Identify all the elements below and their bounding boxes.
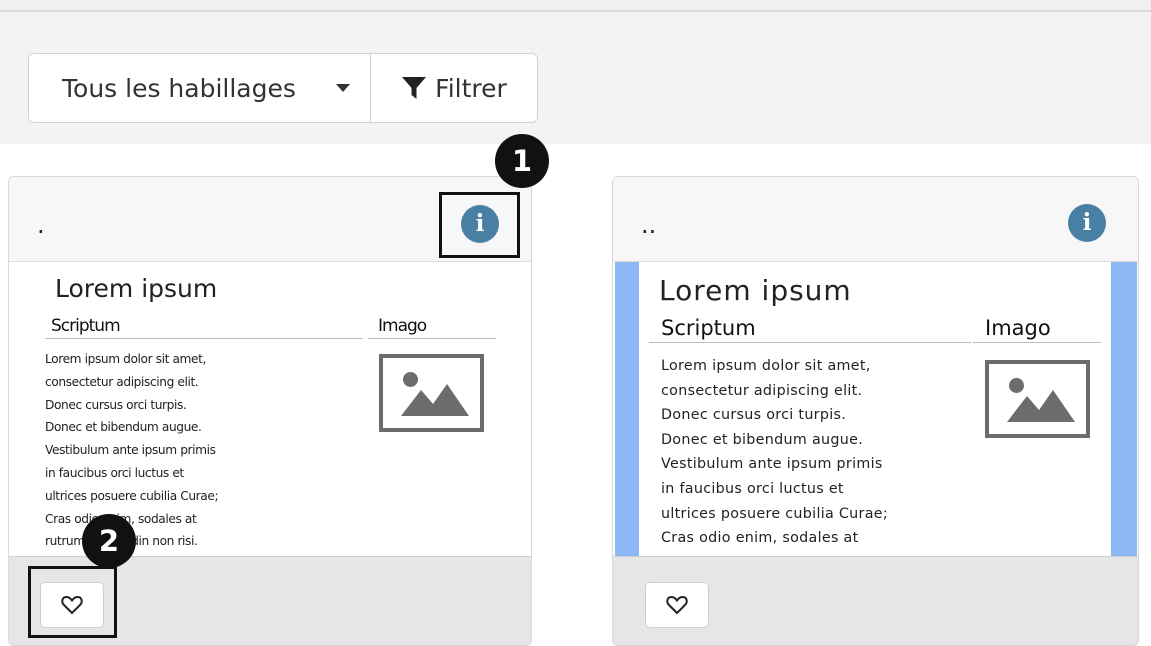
preview-left-stripe <box>615 262 639 556</box>
favorite-button[interactable] <box>645 582 709 628</box>
preview-heading: Lorem ipsum <box>659 274 852 307</box>
card-header: .. i <box>613 177 1138 262</box>
filter-button-label: Filtrer <box>435 73 507 103</box>
card-title: .. <box>641 211 657 239</box>
preview-heading: Lorem ipsum <box>55 274 218 303</box>
filter-button-group: Tous les habillages Filtrer <box>28 53 538 123</box>
image-placeholder-icon <box>985 360 1090 438</box>
annotation-box-favorite <box>28 566 117 638</box>
preview-image-column-header: Imago <box>973 316 1101 343</box>
card-footer <box>613 556 1138 645</box>
theme-card: .. i Lorem ipsum Scriptum Imago Lorem ip… <box>612 176 1139 646</box>
preview-right-stripe <box>1111 262 1137 556</box>
top-divider <box>0 0 1151 12</box>
filter-icon <box>402 77 427 99</box>
annotation-box-info <box>439 192 520 258</box>
theme-preview: Lorem ipsum Scriptum Imago Lorem ipsum d… <box>9 262 531 556</box>
annotation-marker-1: 1 <box>495 134 549 188</box>
card-title: . <box>37 211 45 239</box>
image-placeholder-icon <box>379 354 484 432</box>
heart-icon <box>666 595 688 615</box>
annotation-marker-2: 2 <box>82 514 136 568</box>
theme-select[interactable]: Tous les habillages <box>29 54 371 122</box>
preview-text-column-header: Scriptum <box>649 316 971 343</box>
info-icon[interactable]: i <box>1068 204 1106 242</box>
filter-button[interactable]: Filtrer <box>371 54 537 122</box>
theme-select-value: Tous les habillages <box>62 73 296 103</box>
theme-preview: Lorem ipsum Scriptum Imago Lorem ipsum d… <box>613 262 1138 556</box>
preview-body-text: Lorem ipsum dolor sit amet, consectetur … <box>661 358 888 547</box>
preview-image-column-header: Imago <box>368 316 496 339</box>
caret-down-icon <box>336 84 350 92</box>
preview-text-column-header: Scriptum <box>45 316 363 339</box>
